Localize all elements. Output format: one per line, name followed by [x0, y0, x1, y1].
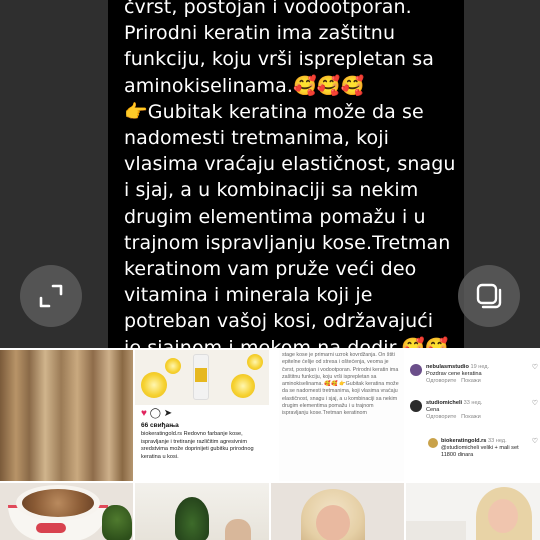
thumbnail-woman-blonde[interactable]: [271, 483, 404, 540]
avatar: [428, 438, 438, 448]
thumbnail-woman-salon[interactable]: [406, 483, 540, 540]
comment-text: Cena: [426, 407, 440, 413]
heart-icon[interactable]: ♡: [532, 438, 538, 445]
expand-button[interactable]: [20, 265, 82, 327]
avatar: [410, 400, 422, 412]
comment-text: @studiomicheli veliki + mali set 11800 d…: [441, 445, 519, 458]
thumbnail-plant[interactable]: [135, 483, 269, 540]
reply-link[interactable]: Одговорите: [426, 414, 456, 420]
thumbnail-coffee[interactable]: [0, 483, 133, 540]
thumbnail-hair[interactable]: [0, 350, 133, 481]
copy-icon: [476, 283, 502, 309]
thumbnail-instagram-post[interactable]: ♥ ◯ ➤ 66 свиђања biokeratingold.rs Redov…: [135, 350, 269, 481]
post-text: čvrst, postojan i vodootporan. Prirodni …: [124, 0, 456, 348]
heart-icon[interactable]: ♥: [141, 408, 147, 419]
comment-icon[interactable]: ◯: [150, 408, 161, 419]
expand-icon: [39, 284, 63, 308]
comment-text: Pozdrav cene keratina: [426, 371, 482, 377]
thumbnail-text-screenshot[interactable]: stage kose je primarni uzrok kovrdžanja.…: [271, 350, 404, 481]
post-caption: biokeratingold.rs Redovno farbanje kose,…: [141, 431, 254, 460]
see-translation-link[interactable]: Покажи: [461, 414, 481, 420]
reply-link[interactable]: Одговорите: [426, 378, 456, 384]
heart-icon[interactable]: ♡: [532, 400, 538, 407]
comment-time: 33 нед.: [487, 438, 507, 444]
comment-time: 19 нед.: [470, 364, 490, 370]
post-actions: ♥ ◯ ➤: [141, 408, 172, 419]
see-translation-link[interactable]: Покажи: [461, 378, 481, 384]
story-viewer: čvrst, postojan i vodootporan. Prirodni …: [0, 0, 540, 348]
likes-count: 66 свиђања: [141, 422, 179, 429]
thumbnail-comments[interactable]: nebulasmstudio 19 нед. Pozdrav cene kera…: [406, 350, 540, 481]
comment-user: nebulasmstudio: [426, 364, 469, 370]
comment-user: biokeratingold.rs: [441, 438, 487, 444]
comment-user: studiomicheli: [426, 400, 463, 406]
avatar: [410, 364, 422, 376]
post-text-card: čvrst, postojan i vodootporan. Prirodni …: [108, 0, 464, 348]
gallery-grid: ♥ ◯ ➤ 66 свиђања biokeratingold.rs Redov…: [0, 348, 540, 540]
heart-icon[interactable]: ♡: [532, 364, 538, 371]
mini-post-text: stage kose je primarni uzrok kovrdžanja.…: [279, 350, 404, 481]
copy-button[interactable]: [458, 265, 520, 327]
comment-time: 33 нед.: [463, 400, 483, 406]
product-photo: [135, 350, 269, 405]
share-icon[interactable]: ➤: [164, 408, 172, 419]
